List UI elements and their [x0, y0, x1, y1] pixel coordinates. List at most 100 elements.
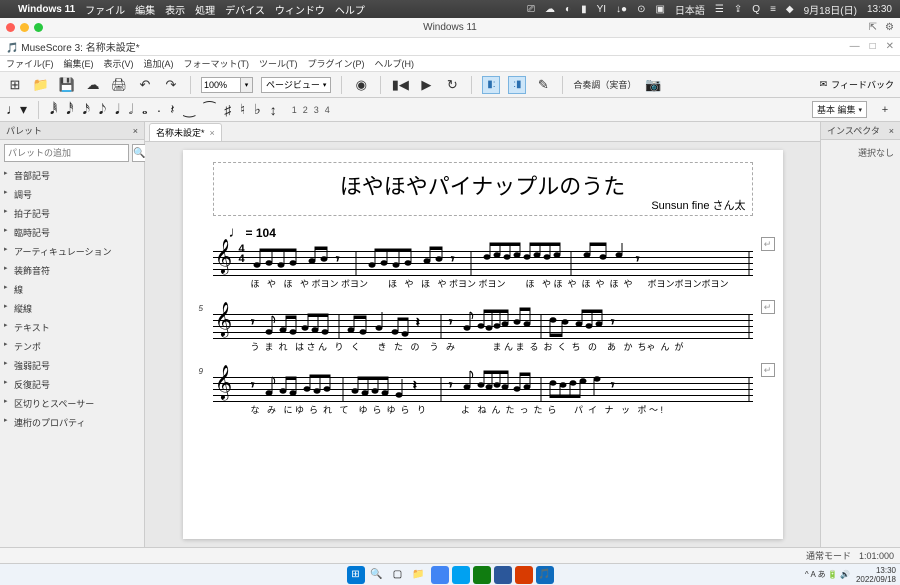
open-icon[interactable]: 📁 — [32, 76, 50, 94]
camera-icon[interactable]: 📷 — [644, 76, 662, 94]
tray-icon[interactable]: ↓● — [616, 4, 627, 15]
natural-icon[interactable]: ♮ — [240, 101, 245, 118]
taskview-icon[interactable]: ▢ — [389, 566, 407, 584]
system-break-icon[interactable]: ↵ — [761, 237, 775, 251]
mac-menu-help[interactable]: ヘルプ — [335, 2, 365, 17]
note-8-icon[interactable]: 𝅘𝅥𝅮 — [99, 101, 106, 118]
concert-pitch-label[interactable]: 合奏調（実音） — [573, 78, 636, 91]
palette-item-accidentals[interactable]: 臨時記号 — [0, 223, 144, 242]
loop-out-button[interactable]: :▮ — [508, 76, 526, 94]
note-16-icon[interactable]: 𝅘𝅥𝅯 — [83, 101, 90, 118]
expand-icon[interactable]: ⇱ — [869, 22, 877, 33]
ime-label[interactable]: 日本語 — [675, 2, 705, 17]
pan-icon[interactable]: ✎ — [534, 76, 552, 94]
palette-item-tempo[interactable]: テンポ — [0, 337, 144, 356]
note-input-icon[interactable]: ♩▾ — [6, 101, 27, 118]
search-icon[interactable]: 🔍 — [368, 566, 386, 584]
close-button[interactable]: ✕ — [886, 41, 894, 52]
palette-item-grace[interactable]: 装飾音符 — [0, 261, 144, 280]
note-32-icon[interactable]: 𝅘𝅥𝅰 — [66, 101, 73, 118]
system-3[interactable]: 9 𝄞 𝄾 — [213, 373, 753, 416]
palette-item-barlines[interactable]: 縦線 — [0, 299, 144, 318]
close-icon[interactable]: × — [133, 126, 138, 136]
clock[interactable]: 13:302022/09/18 — [856, 566, 896, 584]
new-icon[interactable]: ⊞ — [6, 76, 24, 94]
menu-tools[interactable]: ツール(T) — [259, 57, 298, 70]
mac-menu-window[interactable]: ウィンドウ — [275, 2, 325, 17]
loop-icon[interactable]: ↻ — [443, 76, 461, 94]
minimize-dot[interactable] — [20, 23, 29, 32]
explorer-icon[interactable]: 📁 — [410, 566, 428, 584]
loop-in-button[interactable]: ▮: — [482, 76, 500, 94]
mac-app-name[interactable]: Windows 11 — [18, 4, 75, 15]
tray-icon[interactable]: ☰ — [715, 4, 724, 15]
edge-icon[interactable] — [452, 566, 470, 584]
score-page[interactable]: ほやほやパイナップルのうた Sunsun fine さん太 ♩= 104 𝄞 4… — [183, 150, 783, 539]
tray-icon[interactable]: ◆ — [786, 4, 794, 15]
gear-icon[interactable]: ⚙ — [885, 22, 894, 33]
palette-item-clefs[interactable]: 音部記号 — [0, 166, 144, 185]
palette-item-lines[interactable]: 線 — [0, 280, 144, 299]
tray-icon[interactable]: ▮ — [581, 4, 587, 15]
menu-edit[interactable]: 編集(E) — [64, 57, 94, 70]
palette-item-beam[interactable]: 連桁のプロパティ — [0, 413, 144, 432]
voice-4[interactable]: 4 — [325, 105, 330, 115]
tray-icon[interactable]: Q — [752, 4, 760, 15]
tray-icon[interactable]: ◐ — [565, 4, 571, 15]
system-break-icon[interactable]: ↵ — [761, 363, 775, 377]
menu-view[interactable]: 表示(V) — [104, 57, 134, 70]
zoom-dot[interactable] — [34, 23, 43, 32]
tray-icon[interactable]: ⊙ — [637, 4, 645, 15]
title-frame[interactable]: ほやほやパイナップルのうた Sunsun fine さん太 — [213, 162, 753, 216]
zoom-dropdown[interactable]: ▾ — [241, 77, 253, 93]
redo-icon[interactable]: ↷ — [162, 76, 180, 94]
mac-menu-process[interactable]: 処理 — [195, 2, 215, 17]
metronome-icon[interactable]: ◉ — [352, 76, 370, 94]
tray-icons[interactable]: ^ A あ 🔋 🔊 — [805, 569, 850, 580]
word-icon[interactable] — [494, 566, 512, 584]
close-dot[interactable] — [6, 23, 15, 32]
rewind-icon[interactable]: ▮◀ — [391, 76, 409, 94]
excel-icon[interactable] — [473, 566, 491, 584]
system-1[interactable]: 𝄞 44 𝄾 𝄾 — [213, 247, 753, 290]
slur-icon[interactable]: ⁀ — [204, 101, 215, 118]
mac-menu-edit[interactable]: 編集 — [135, 2, 155, 17]
system-break-icon[interactable]: ↵ — [761, 300, 775, 314]
palette-item-repeats[interactable]: 反復記号 — [0, 375, 144, 394]
flat-icon[interactable]: ♭ — [254, 101, 261, 118]
undo-icon[interactable]: ↶ — [136, 76, 154, 94]
palette-item-timesig[interactable]: 拍子記号 — [0, 204, 144, 223]
tempo-marking[interactable]: ♩= 104 — [229, 224, 276, 241]
note-1-icon[interactable]: 𝅝 — [142, 101, 148, 118]
minimize-button[interactable]: — — [850, 41, 860, 52]
maximize-button[interactable]: □ — [870, 41, 876, 52]
add-icon[interactable]: + — [876, 101, 894, 119]
flip-icon[interactable]: ↕ — [270, 102, 277, 118]
rest-icon[interactable]: 𝄽 — [170, 101, 174, 118]
feedback-label[interactable]: フィードバック — [831, 78, 894, 91]
palette-item-breaks[interactable]: 区切りとスペーサー — [0, 394, 144, 413]
tie-icon[interactable]: ‿ — [184, 101, 195, 118]
workspace-dropdown[interactable]: 基本 編集▾ — [812, 101, 867, 118]
cloud-icon[interactable]: ☁ — [84, 76, 102, 94]
menu-add[interactable]: 追加(A) — [144, 57, 174, 70]
print-icon[interactable]: 🖨 — [110, 76, 128, 94]
close-icon[interactable]: × — [210, 128, 215, 138]
palette-item-articulations[interactable]: アーティキュレーション — [0, 242, 144, 261]
start-button[interactable]: ⊞ — [347, 566, 365, 584]
close-icon[interactable]: × — [889, 126, 894, 136]
sharp-icon[interactable]: ♯ — [224, 102, 231, 118]
note-2-icon[interactable]: 𝅗𝅥 — [129, 101, 133, 118]
tray-icon[interactable]: YI — [597, 4, 606, 15]
musescore-icon[interactable]: 🎵 — [536, 566, 554, 584]
tray-icon[interactable]: ⎚ — [527, 4, 535, 15]
save-icon[interactable]: 💾 — [58, 76, 76, 94]
pageview-dropdown[interactable]: ページビュー▾ — [261, 77, 331, 93]
play-icon[interactable]: ▶ — [417, 76, 435, 94]
system-2[interactable]: 5 𝄞 𝄾 — [213, 310, 753, 353]
voice-2[interactable]: 2 — [303, 105, 308, 115]
palette-search-input[interactable] — [4, 144, 129, 162]
dot-icon[interactable]: · — [157, 102, 162, 118]
mac-menu-view[interactable]: 表示 — [165, 2, 185, 17]
voice-3[interactable]: 3 — [314, 105, 319, 115]
